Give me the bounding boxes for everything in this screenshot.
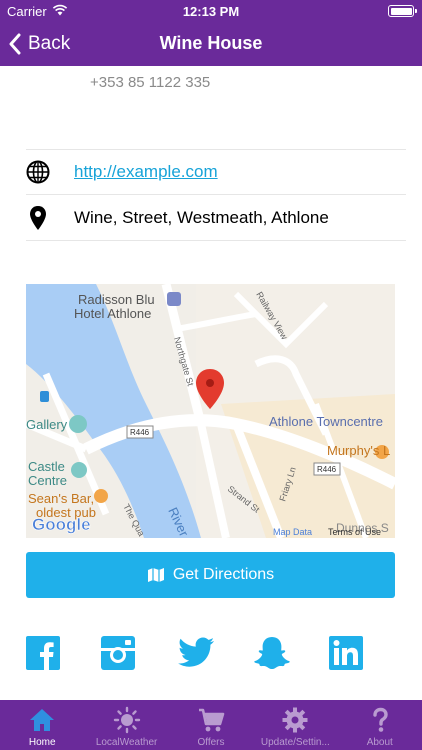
facebook-icon[interactable] (26, 636, 60, 670)
map-label: Sean's Bar, (28, 491, 94, 506)
battery-icon (388, 5, 417, 17)
website-row[interactable]: http://example.com (26, 149, 406, 195)
address-row[interactable]: Wine, Street, Westmeath, Athlone (26, 195, 406, 241)
hotel-icon[interactable] (167, 292, 181, 306)
tab-label: Home (28, 737, 56, 748)
navigation-bar: Back Wine House (0, 22, 422, 66)
transit-icon[interactable] (40, 391, 49, 402)
home-icon (30, 709, 55, 731)
map-label: Northgate St (172, 336, 196, 388)
tab-home[interactable]: Home (0, 700, 84, 750)
cart-icon (198, 708, 225, 732)
map-canvas[interactable]: Radisson Blu Hotel Athlone Railway View … (26, 284, 395, 538)
website-link[interactable]: http://example.com (74, 162, 218, 182)
map-label: Centre (28, 473, 67, 488)
map-icon (147, 568, 164, 582)
top-bar: Carrier 12:13 PM Back Wine House (0, 0, 422, 66)
map-label: Gallery (26, 417, 68, 432)
instagram-icon[interactable] (101, 636, 135, 670)
get-directions-button[interactable]: Get Directions (26, 552, 395, 598)
map-data-link[interactable]: Map Data (273, 527, 312, 537)
map-label: R446 (130, 428, 150, 437)
tab-about[interactable]: About (338, 700, 422, 750)
page-title: Wine House (159, 33, 263, 53)
gear-icon (282, 707, 308, 733)
snapchat-icon[interactable] (253, 636, 291, 670)
location-pin-icon (30, 205, 46, 230)
tab-label: LocalWeather (95, 737, 158, 748)
map-label: Athlone Towncentre (269, 414, 383, 429)
tab-offers[interactable]: Offers (169, 700, 253, 750)
map-view[interactable]: Radisson Blu Hotel Athlone Railway View … (26, 284, 395, 538)
globe-icon (26, 160, 50, 184)
terms-of-use-link[interactable]: Terms of Use (328, 527, 381, 537)
gallery-icon[interactable] (69, 415, 87, 433)
sun-icon (113, 706, 140, 734)
status-bar: Carrier 12:13 PM (0, 0, 422, 22)
tab-localweather[interactable]: LocalWeather (84, 700, 168, 750)
twitter-icon[interactable] (177, 636, 215, 670)
question-icon (373, 707, 388, 732)
map-label: Castle (28, 459, 65, 474)
address-text: Wine, Street, Westmeath, Athlone (74, 207, 329, 227)
tab-label: Update/Settin... (260, 737, 330, 748)
map-label: R446 (317, 465, 337, 474)
get-directions-label: Get Directions (172, 566, 275, 583)
phone-number[interactable]: +353 85 1122 335 (90, 74, 210, 91)
tab-label: About (366, 737, 393, 748)
google-logo: Google (32, 515, 91, 534)
bar-icon[interactable] (94, 489, 108, 503)
map-label: Radisson Blu (78, 292, 155, 307)
map-label: Murphy's L (327, 443, 390, 458)
castle-icon[interactable] (71, 462, 87, 478)
tab-bar: Home LocalWeather Offers Update/Settin..… (0, 700, 422, 750)
linkedin-icon[interactable] (329, 636, 363, 670)
map-label: Hotel Athlone (74, 306, 151, 321)
tab-label: Offers (197, 737, 225, 748)
tab-update-settings[interactable]: Update/Settin... (253, 700, 337, 750)
status-time: 12:13 PM (182, 4, 240, 19)
